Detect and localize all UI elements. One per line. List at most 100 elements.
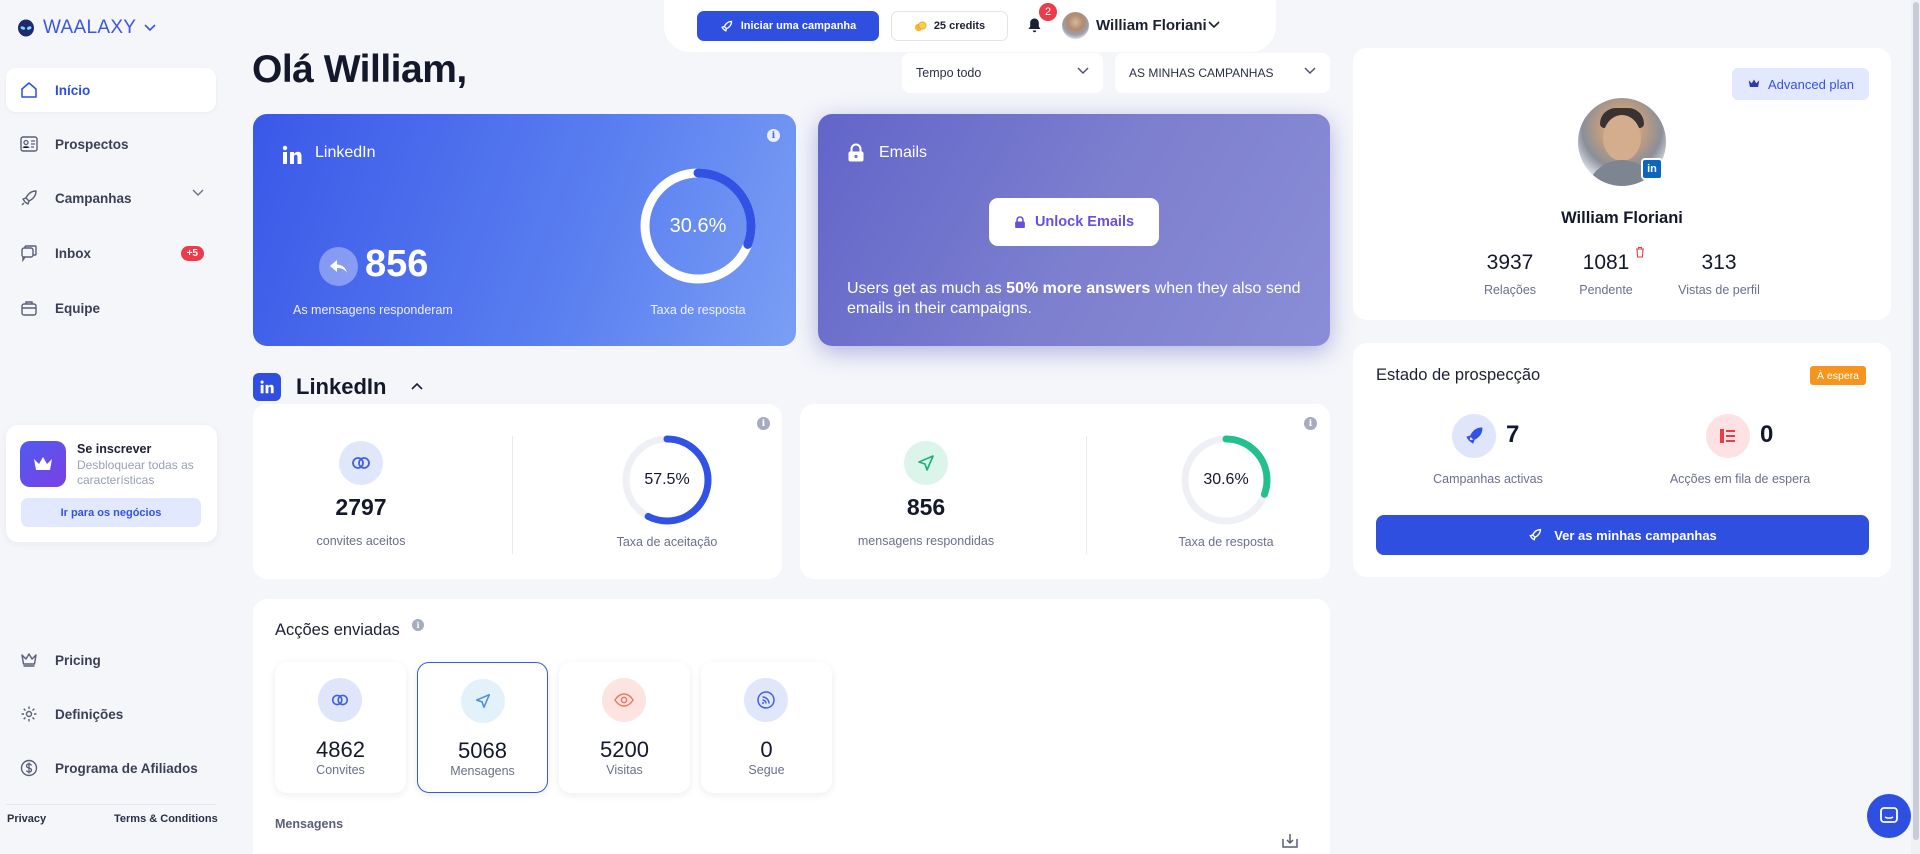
sidebar-item-label: Prospectos <box>55 136 129 152</box>
coins-icon <box>914 20 927 31</box>
linkedin-summary-card: LinkedIn i 856 As mensagens responderam … <box>253 114 796 346</box>
chevron-down-icon[interactable] <box>144 24 156 32</box>
info-icon[interactable]: i <box>1304 417 1317 430</box>
rss-icon <box>744 678 788 722</box>
response-rate-value: 30.6% <box>669 215 727 237</box>
action-label: Visitas <box>606 763 643 777</box>
unlock-emails-button[interactable]: Unlock Emails <box>989 198 1159 246</box>
divider <box>6 804 216 805</box>
sidebar-item-inbox[interactable]: Inbox +5 <box>6 231 216 275</box>
rocket-icon <box>1452 414 1496 458</box>
promo-text-prefix: Users get as much as <box>847 280 1007 297</box>
emails-card: Emails Unlock Emails Users get as much a… <box>818 114 1330 346</box>
sidebar-item-definicoes[interactable]: Definições <box>6 692 216 736</box>
privacy-link[interactable]: Privacy <box>7 813 46 825</box>
crown-icon <box>20 441 66 487</box>
relations-label: Relações <box>1483 283 1537 297</box>
info-icon[interactable]: i <box>757 417 770 430</box>
actions-title: Acções enviadas <box>275 621 400 639</box>
link-icon <box>339 441 383 485</box>
start-campaign-label: Iniciar uma campanha <box>740 20 857 32</box>
sidebar-item-afiliados[interactable]: Programa de Afiliados <box>6 746 216 790</box>
view-campaigns-label: Ver as minhas campanhas <box>1554 527 1717 543</box>
promo-text-bold: 50% more answers <box>1006 280 1151 297</box>
subscribe-card: Se inscrever Desbloquear todas as caract… <box>6 425 217 542</box>
action-label: Segue <box>748 763 785 777</box>
sidebar-item-equipe[interactable]: Equipe <box>6 286 216 330</box>
sidebar-item-label: Inbox <box>55 245 91 261</box>
user-name[interactable]: William Floriani <box>1096 17 1207 34</box>
profile-views-label: Vistas de perfil <box>1678 283 1760 297</box>
action-label: Mensagens <box>450 764 515 778</box>
sidebar-item-campanhas[interactable]: Campanhas <box>6 176 216 220</box>
info-icon[interactable]: i <box>767 129 780 142</box>
credits-button[interactable]: 25 credits <box>891 11 1008 41</box>
action-count: 5200 <box>600 737 649 762</box>
briefcase-icon <box>18 297 40 319</box>
bell-icon[interactable] <box>1027 17 1042 33</box>
chevron-down-icon[interactable] <box>1208 21 1220 29</box>
chevron-up-icon[interactable] <box>411 382 423 390</box>
rocket-icon <box>720 20 732 32</box>
action-count: 5068 <box>458 738 507 763</box>
sidebar-item-label: Pricing <box>55 652 101 668</box>
sidebar-item-pricing[interactable]: Pricing <box>6 638 216 682</box>
send-icon <box>461 679 505 723</box>
emails-promo-text: Users get as much as 50% more answers wh… <box>847 279 1307 319</box>
action-tile-convites[interactable]: 4862 Convites <box>275 662 406 793</box>
queue-list-icon <box>1706 414 1750 458</box>
chat-icon <box>18 242 40 264</box>
download-icon[interactable] <box>1282 833 1298 849</box>
face-shape <box>1603 115 1641 161</box>
trash-icon[interactable] <box>1635 246 1645 258</box>
active-campaigns-label: Campanhas activas <box>1433 472 1543 486</box>
alien-logo-icon <box>18 19 34 37</box>
prospecting-title: Estado de prospecção <box>1376 366 1541 384</box>
view-campaigns-button[interactable]: Ver as minhas campanhas <box>1376 515 1869 555</box>
start-campaign-button[interactable]: Iniciar uma campanha <box>697 11 879 41</box>
credits-label: 25 credits <box>933 20 986 32</box>
unlock-emails-label: Unlock Emails <box>1034 214 1135 230</box>
brand-logo[interactable]: WAALAXY <box>17 17 156 39</box>
action-tile-mensagens[interactable]: 5068 Mensagens <box>417 662 548 793</box>
sidebar-item-label: Campanhas <box>55 190 132 206</box>
rocket-icon <box>18 187 40 209</box>
chart-subtitle: Mensagens <box>275 817 344 831</box>
crown-icon <box>1748 79 1760 87</box>
chevron-down-icon <box>1304 67 1316 74</box>
terms-link[interactable]: Terms & Conditions <box>114 813 218 825</box>
invites-accepted-count: 2797 <box>335 494 387 520</box>
crown-icon <box>18 649 40 671</box>
chevron-down-icon[interactable] <box>192 189 204 197</box>
upgrade-button[interactable]: Ir para os negócios <box>21 498 201 527</box>
sidebar-item-inicio[interactable]: Início <box>6 68 216 112</box>
support-chat-button[interactable] <box>1867 794 1911 838</box>
replied-count: 856 <box>365 243 429 285</box>
subscribe-description: Desbloquear todas as características <box>77 458 194 487</box>
action-count: 4862 <box>316 737 365 762</box>
card-title: LinkedIn <box>315 144 376 161</box>
acceptance-rate-value: 57.5% <box>644 471 690 488</box>
send-icon <box>904 441 948 485</box>
sidebar-item-label: Início <box>55 82 91 98</box>
action-tile-segue[interactable]: 0 Segue <box>701 662 832 793</box>
rocket-icon <box>1529 528 1542 541</box>
dollar-icon <box>18 757 40 779</box>
scrollbar-thumb[interactable] <box>1913 2 1919 840</box>
eye-icon <box>602 678 646 722</box>
time-filter-value: Tempo todo <box>916 66 982 80</box>
time-filter-select[interactable]: Tempo todo <box>902 53 1103 93</box>
home-icon <box>18 79 40 101</box>
action-tile-visitas[interactable]: 5200 Visitas <box>559 662 690 793</box>
page-title: Olá William, <box>252 48 467 91</box>
info-icon[interactable]: i <box>412 619 424 631</box>
action-count: 0 <box>760 737 773 762</box>
chat-icon <box>1880 807 1898 823</box>
sidebar-item-prospectos[interactable]: Prospectos <box>6 122 216 166</box>
avatar[interactable] <box>1062 12 1089 39</box>
campaign-filter-select[interactable]: AS MINHAS CAMPANHAS <box>1115 53 1330 93</box>
sidebar-item-label: Equipe <box>55 300 101 316</box>
plan-badge[interactable]: Advanced plan <box>1732 68 1869 100</box>
reply-icon <box>319 247 358 286</box>
linkedin-badge-icon: in <box>1641 158 1663 180</box>
